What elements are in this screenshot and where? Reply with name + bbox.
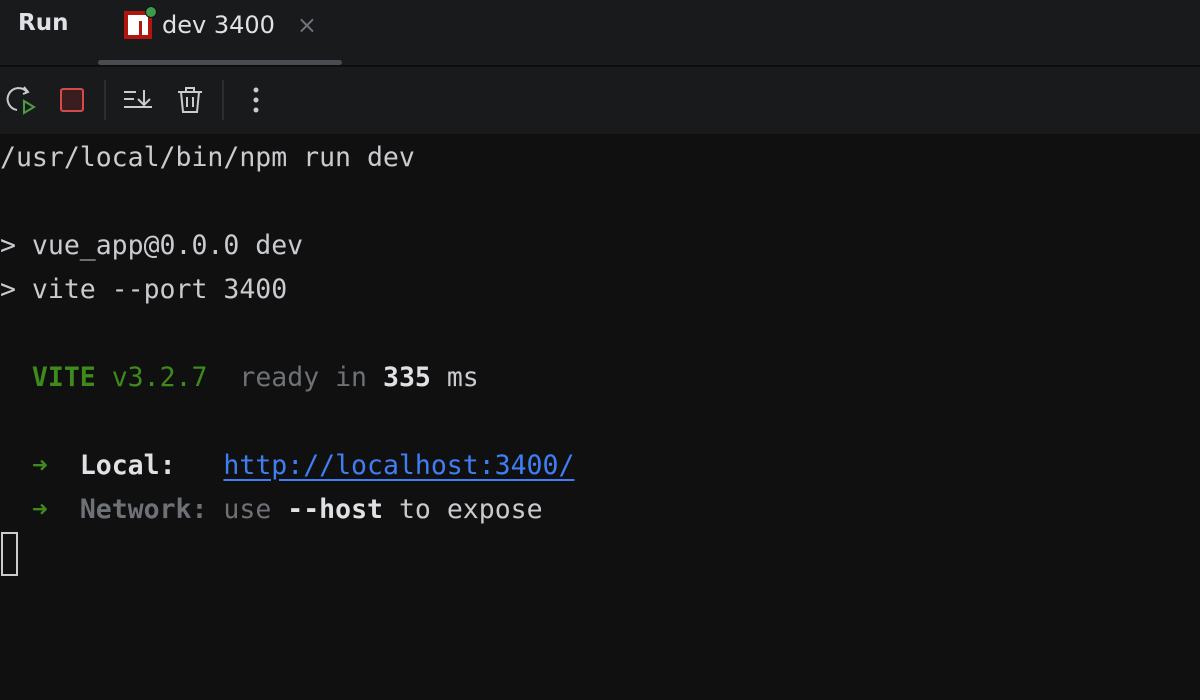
blank-line — [0, 400, 1200, 444]
network-flag: --host — [287, 494, 383, 525]
stop-icon[interactable] — [55, 83, 89, 117]
command-line: /usr/local/bin/npm run dev — [0, 136, 1200, 180]
arrow-icon: ➜ — [32, 494, 48, 525]
close-icon[interactable]: × — [297, 11, 317, 39]
local-label: Local: — [80, 450, 176, 481]
ready-text: ready in — [239, 362, 367, 393]
ms-unit: ms — [447, 362, 479, 393]
cursor-line — [0, 532, 1200, 576]
npm-app-icon — [124, 11, 152, 39]
toolbar-separator — [104, 80, 106, 120]
rerun-icon[interactable] — [4, 83, 38, 117]
local-url-line: ➜ Local: http://localhost:3400/ — [0, 444, 1200, 488]
network-label: Network: — [80, 494, 208, 525]
script-line: > vue_app@0.0.0 dev — [0, 224, 1200, 268]
network-line: ➜ Network: use --host to expose — [0, 488, 1200, 532]
vite-ready-line: VITE v3.2.7 ready in 335 ms — [0, 356, 1200, 400]
tool-window-header: Run dev 3400 × — [0, 0, 1200, 66]
toolbar-separator — [222, 80, 224, 120]
vite-version: v3.2.7 — [112, 362, 208, 393]
active-tab-indicator — [98, 60, 342, 65]
network-use: use — [223, 494, 271, 525]
ready-ms: 335 — [383, 362, 431, 393]
toolbar — [0, 67, 1200, 134]
blank-line — [0, 180, 1200, 224]
arrow-icon: ➜ — [32, 450, 48, 481]
scroll-to-end-icon[interactable] — [121, 83, 155, 117]
tab-label: dev 3400 — [162, 11, 275, 39]
vite-name: VITE — [32, 362, 96, 393]
tab-dev-3400[interactable]: dev 3400 × — [124, 8, 317, 42]
trash-icon[interactable] — [173, 83, 207, 117]
terminal-output[interactable]: /usr/local/bin/npm run dev > vue_app@0.0… — [0, 136, 1200, 576]
network-rest: to expose — [399, 494, 543, 525]
terminal-cursor — [1, 532, 18, 576]
run-title: Run — [18, 10, 68, 36]
running-indicator-icon — [145, 6, 157, 18]
vite-command-line: > vite --port 3400 — [0, 268, 1200, 312]
more-icon[interactable] — [239, 83, 273, 117]
blank-line — [0, 312, 1200, 356]
local-url-link[interactable]: http://localhost:3400/ — [223, 450, 574, 481]
